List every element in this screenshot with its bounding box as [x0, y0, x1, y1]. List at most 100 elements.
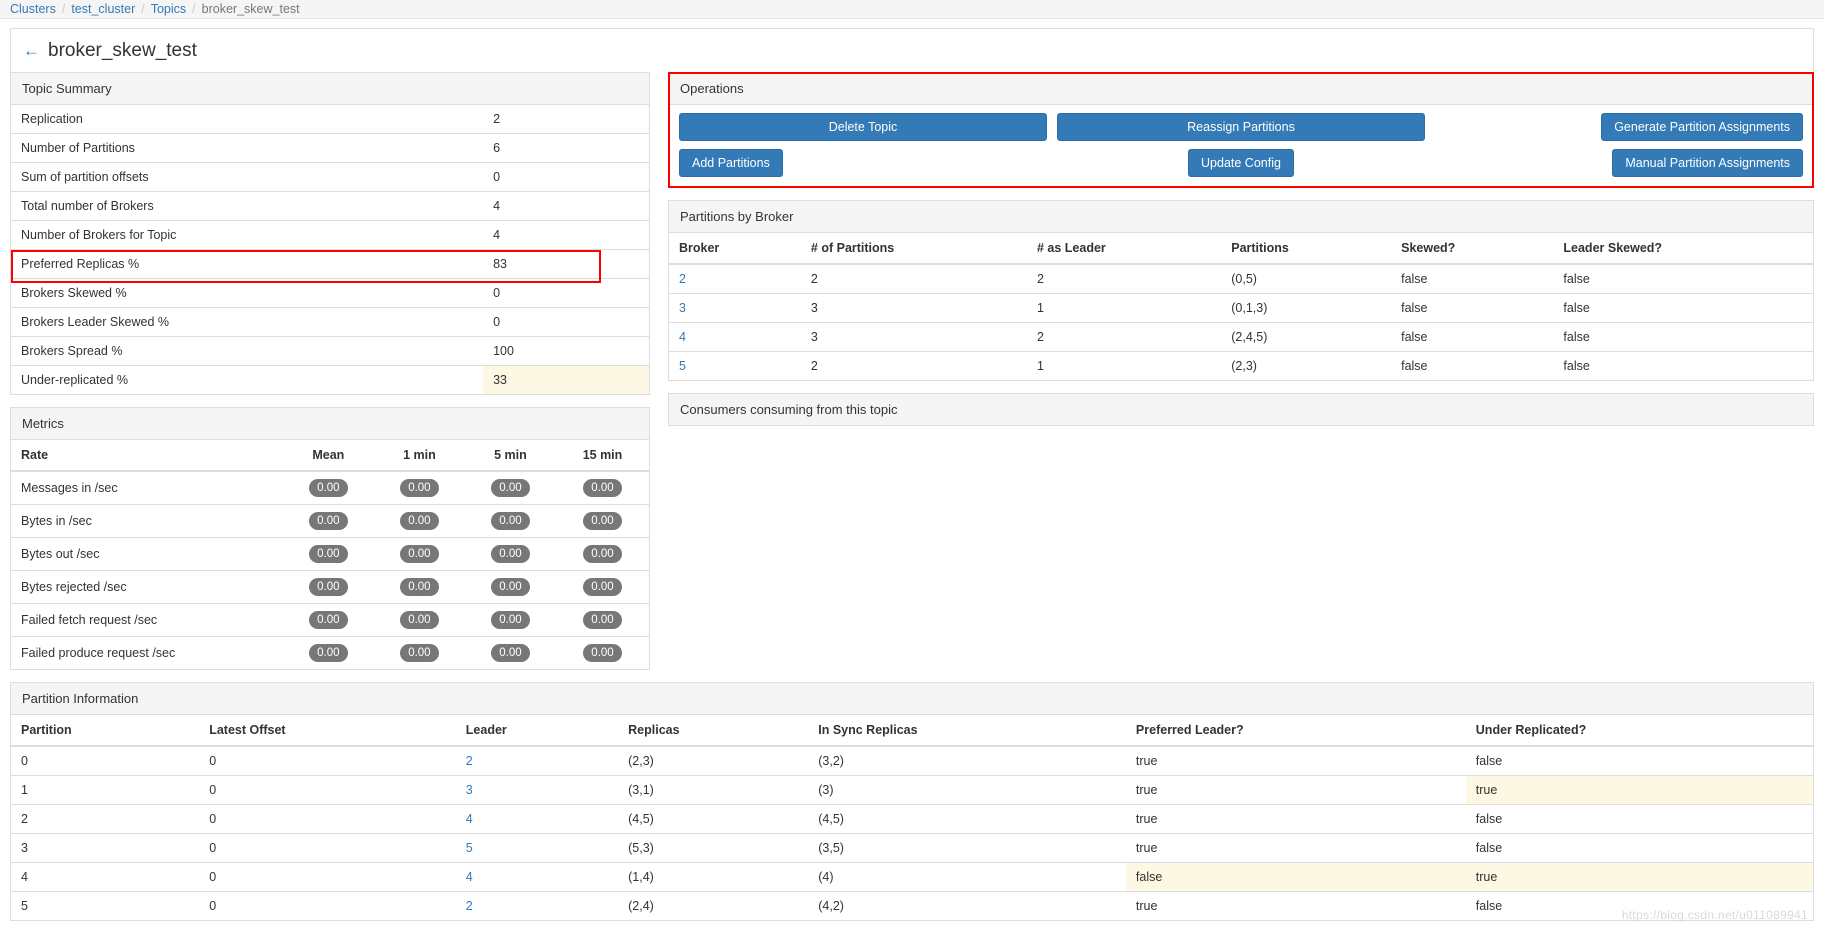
- num-partitions-cell: 2: [801, 264, 1027, 294]
- partitions-cell: (2,4,5): [1221, 323, 1391, 352]
- operations-cell-update: Update Config: [1057, 149, 1425, 177]
- topic-summary-row: Sum of partition offsets0: [11, 163, 649, 192]
- metrics-value-badge: 0.00: [309, 545, 347, 563]
- update-config-button[interactable]: Update Config: [1188, 149, 1294, 177]
- metrics-value-cell: 0.00: [283, 471, 374, 505]
- table-row: 502(2,4)(4,2)truefalse: [11, 892, 1813, 921]
- latest-offset-cell: 0: [199, 776, 456, 805]
- broker-link[interactable]: 2: [679, 272, 686, 286]
- breadcrumb-item-test-cluster[interactable]: test_cluster: [71, 2, 135, 16]
- metrics-value-cell: 0.00: [283, 505, 374, 538]
- topic-summary-value: 2: [483, 105, 649, 134]
- partitions-by-broker-column-header: Leader Skewed?: [1553, 233, 1813, 264]
- metrics-value-badge: 0.00: [400, 644, 438, 662]
- broker-link[interactable]: 3: [679, 301, 686, 315]
- topic-summary-row: Replication2: [11, 105, 649, 134]
- manual-partition-assignments-button[interactable]: Manual Partition Assignments: [1612, 149, 1803, 177]
- leader-link[interactable]: 2: [466, 754, 473, 768]
- metrics-value-cell: 0.00: [465, 471, 556, 505]
- partition-information-column-header: Preferred Leader?: [1126, 715, 1466, 746]
- partitions-by-broker-column-header: Skewed?: [1391, 233, 1553, 264]
- metrics-value-cell: 0.00: [374, 538, 465, 571]
- partition-information-wrap: Partition Information PartitionLatest Of…: [0, 682, 1824, 921]
- in-sync-replicas-cell: (3): [808, 776, 1126, 805]
- leader-link[interactable]: 5: [466, 841, 473, 855]
- operations-panel: Operations Delete Topic Reassign Partiti…: [668, 72, 1814, 188]
- topic-summary-label: Preferred Replicas %: [11, 250, 483, 279]
- topic-summary-row: Preferred Replicas %83: [11, 250, 649, 279]
- table-row: 204(4,5)(4,5)truefalse: [11, 805, 1813, 834]
- leader-link[interactable]: 3: [466, 783, 473, 797]
- metrics-value-cell: 0.00: [374, 571, 465, 604]
- metrics-value-cell: 0.00: [283, 637, 374, 670]
- metrics-value-badge: 0.00: [583, 578, 621, 596]
- topic-summary-label: Number of Partitions: [11, 134, 483, 163]
- topic-summary-table: Replication2Number of Partitions6Sum of …: [11, 105, 649, 394]
- metrics-value-badge: 0.00: [491, 578, 529, 596]
- metrics-value-cell: 0.00: [556, 571, 649, 604]
- breadcrumb-item-clusters[interactable]: Clusters: [10, 2, 56, 16]
- metrics-value-badge: 0.00: [491, 545, 529, 563]
- leader-link[interactable]: 4: [466, 812, 473, 826]
- metrics-value-badge: 0.00: [309, 512, 347, 530]
- reassign-partitions-button[interactable]: Reassign Partitions: [1057, 113, 1425, 141]
- metrics-column-header: 1 min: [374, 440, 465, 471]
- metrics-row: Bytes out /sec 0.00 0.00 0.00 0.00: [11, 538, 649, 571]
- metrics-value-badge: 0.00: [400, 479, 438, 497]
- broker-link[interactable]: 5: [679, 359, 686, 373]
- left-column: Topic Summary Replication2Number of Part…: [10, 72, 650, 682]
- metrics-row: Bytes rejected /sec0.000.000.000.00: [11, 571, 649, 604]
- leader-skewed-cell: false: [1553, 352, 1813, 381]
- watermark: https://blog.csdn.net/u011089941: [1622, 908, 1808, 922]
- breadcrumb-item-broker-skew-test: broker_skew_test: [202, 2, 300, 16]
- partitions-by-broker-table: Broker# of Partitions# as LeaderPartitio…: [669, 233, 1813, 380]
- leader-link[interactable]: 2: [466, 899, 473, 913]
- as-leader-cell: 2: [1027, 264, 1221, 294]
- latest-offset-cell: 0: [199, 863, 456, 892]
- topic-summary-row: Total number of Brokers4: [11, 192, 649, 221]
- add-partitions-button[interactable]: Add Partitions: [679, 149, 783, 177]
- operations-cell-reassign: Reassign Partitions: [1057, 113, 1425, 141]
- broker-link[interactable]: 4: [679, 330, 686, 344]
- metrics-column-header: Rate: [11, 440, 283, 471]
- broker-cell: 3: [669, 294, 801, 323]
- leader-link[interactable]: 4: [466, 870, 473, 884]
- metrics-value-badge: 0.00: [309, 611, 347, 629]
- table-row: 103(3,1)(3)truetrue: [11, 776, 1813, 805]
- main-content: Topic Summary Replication2Number of Part…: [0, 72, 1824, 682]
- delete-topic-button[interactable]: Delete Topic: [679, 113, 1047, 141]
- breadcrumb-item-topics[interactable]: Topics: [151, 2, 186, 16]
- metrics-value-badge: 0.00: [400, 611, 438, 629]
- operations-heading: Operations: [669, 73, 1813, 105]
- metrics-row: Failed produce request /sec0.000.000.000…: [11, 637, 649, 670]
- metrics-value-badge: 0.00: [309, 479, 347, 497]
- metrics-value-badge: 0.00: [309, 644, 347, 662]
- replicas-cell: (2,4): [618, 892, 808, 921]
- as-leader-cell: 1: [1027, 352, 1221, 381]
- topic-summary-row: Brokers Leader Skewed %0: [11, 308, 649, 337]
- topic-summary-label: Sum of partition offsets: [11, 163, 483, 192]
- latest-offset-cell: 0: [199, 746, 456, 776]
- latest-offset-cell: 0: [199, 892, 456, 921]
- back-arrow-icon[interactable]: ←: [23, 42, 40, 59]
- preferred-leader-cell: true: [1126, 776, 1466, 805]
- under-replicated-cell: false: [1466, 805, 1813, 834]
- table-row: 404(1,4)(4)falsetrue: [11, 863, 1813, 892]
- broker-cell: 4: [669, 323, 801, 352]
- metrics-value-badge: 0.00: [583, 545, 621, 563]
- consumers-panel: Consumers consuming from this topic: [668, 393, 1814, 426]
- table-row: 331(0,1,3)falsefalse: [669, 294, 1813, 323]
- right-column: Operations Delete Topic Reassign Partiti…: [668, 72, 1814, 426]
- as-leader-cell: 1: [1027, 294, 1221, 323]
- metrics-value-cell: 0.00: [556, 471, 649, 505]
- metrics-rate-label: Bytes out /sec: [11, 538, 283, 571]
- leader-skewed-cell: false: [1553, 294, 1813, 323]
- topic-summary-value: 33: [483, 366, 649, 395]
- replicas-cell: (3,1): [618, 776, 808, 805]
- metrics-value-badge: 0.00: [583, 479, 621, 497]
- table-row: 222(0,5)falsefalse: [669, 264, 1813, 294]
- metrics-value-cell: 0.00: [283, 604, 374, 637]
- consumers-heading: Consumers consuming from this topic: [669, 394, 1813, 425]
- generate-partition-assignments-button[interactable]: Generate Partition Assignments: [1601, 113, 1803, 141]
- topic-summary-value: 0: [483, 163, 649, 192]
